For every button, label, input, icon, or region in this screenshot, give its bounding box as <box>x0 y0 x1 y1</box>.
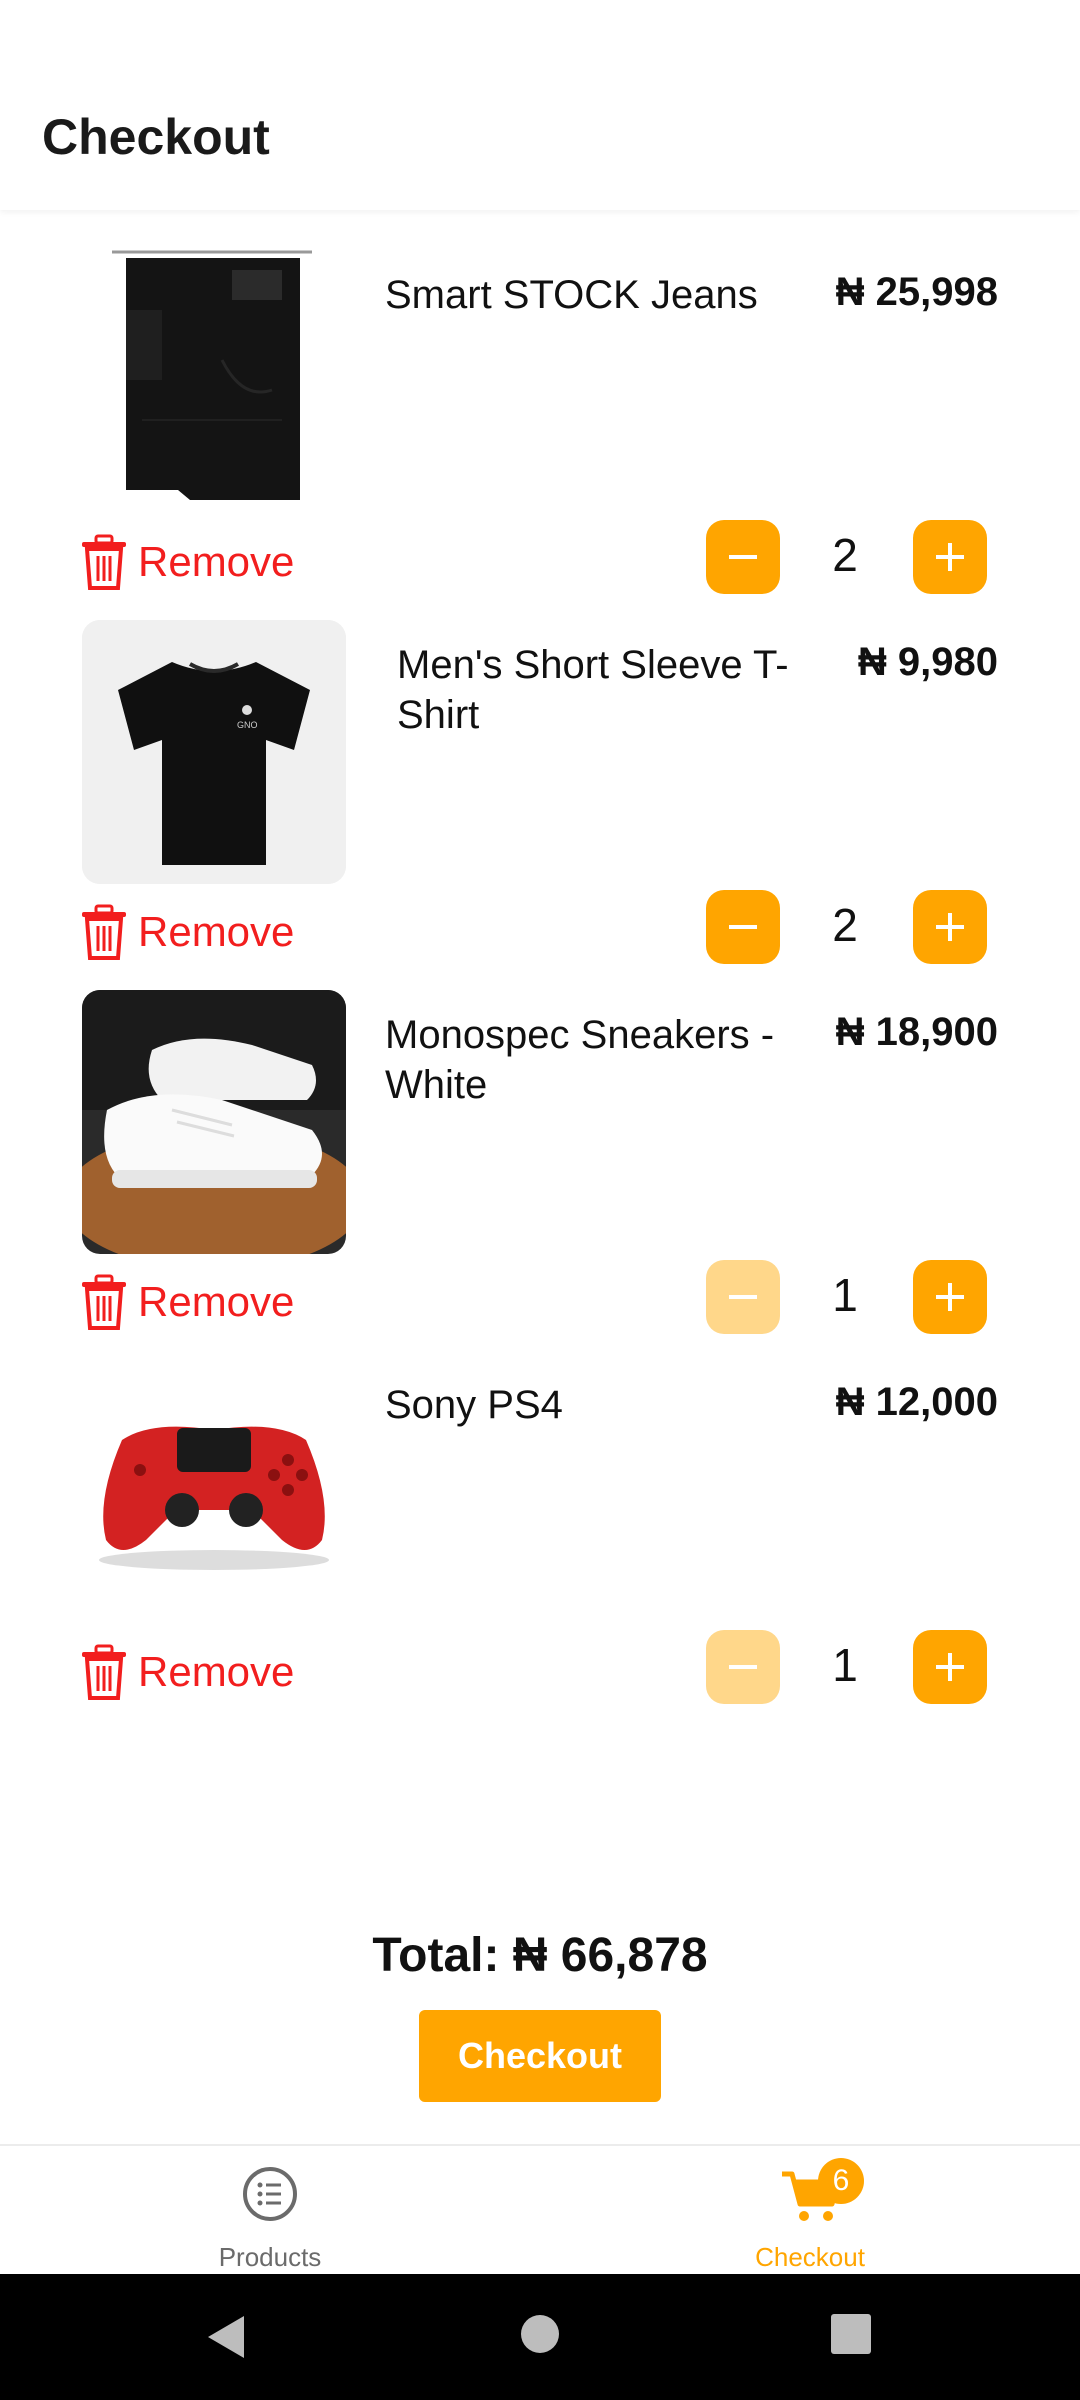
tab-products[interactable]: Products <box>0 2146 540 2276</box>
quantity-value: 1 <box>832 1269 858 1321</box>
plus-icon <box>936 1653 964 1681</box>
list-icon <box>243 2167 297 2221</box>
remove-label: Remove <box>138 1648 295 1695</box>
back-icon[interactable] <box>204 2314 248 2360</box>
plus-icon <box>936 913 964 941</box>
increase-quantity-button[interactable] <box>913 520 987 594</box>
cart-item: Smart STOCK Jeans ₦ 25,998 Remove 2 <box>0 250 1080 620</box>
product-image-jeans[interactable] <box>82 250 346 514</box>
home-icon[interactable] <box>520 2314 560 2354</box>
remove-button[interactable]: Remove <box>80 902 294 962</box>
trash-icon <box>82 1644 126 1700</box>
bottom-navigation: Products 6 Checkout <box>0 2144 1080 2276</box>
minus-icon <box>729 1665 757 1669</box>
decrease-quantity-button[interactable] <box>706 520 780 594</box>
product-name: Sony PS4 <box>385 1383 563 1427</box>
minus-icon <box>729 925 757 929</box>
tab-label: Products <box>218 2242 322 2272</box>
system-navigation-bar <box>0 2274 1080 2400</box>
cart-item: Sony PS4 ₦ 12,000 Remove 1 <box>0 1360 1080 1730</box>
svg-text:GNO: GNO <box>237 720 258 730</box>
decrease-quantity-button[interactable] <box>706 1630 780 1704</box>
checkout-button[interactable]: Checkout <box>419 2010 661 2102</box>
product-image-tshirt[interactable]: GNO <box>82 620 346 884</box>
remove-label: Remove <box>138 908 295 955</box>
order-total: Total: ₦ 66,878 <box>372 1929 708 1982</box>
product-name: Smart STOCK Jeans <box>385 273 758 317</box>
quantity-value: 2 <box>832 529 858 581</box>
product-price: ₦ 9,980 <box>857 640 998 684</box>
product-price: ₦ 18,900 <box>835 1010 998 1054</box>
decrease-quantity-button[interactable] <box>706 890 780 964</box>
product-price: ₦ 25,998 <box>835 270 998 314</box>
cart-item: GNO Men's Short Sleeve T-Shirt ₦ 9,980 R… <box>0 620 1080 990</box>
recents-icon[interactable] <box>831 2314 871 2354</box>
product-image-controller[interactable] <box>82 1360 346 1624</box>
product-price: ₦ 12,000 <box>835 1380 998 1424</box>
minus-icon <box>729 555 757 559</box>
remove-button[interactable]: Remove <box>80 1272 294 1332</box>
quantity-value: 2 <box>832 899 858 951</box>
trash-icon <box>82 534 126 590</box>
increase-quantity-button[interactable] <box>913 1630 987 1704</box>
quantity-value: 1 <box>832 1639 858 1691</box>
decrease-quantity-button[interactable] <box>706 1260 780 1334</box>
cart-item: Monospec Sneakers - White ₦ 18,900 Remov… <box>0 990 1080 1360</box>
trash-icon <box>82 1274 126 1330</box>
app-header: Checkout <box>0 0 1080 210</box>
product-name: Monospec Sneakers - White <box>385 1013 775 1107</box>
remove-button[interactable]: Remove <box>80 1642 294 1702</box>
increase-quantity-button[interactable] <box>913 1260 987 1334</box>
plus-icon <box>936 1283 964 1311</box>
tab-label: Checkout <box>755 2242 865 2272</box>
minus-icon <box>729 1295 757 1299</box>
trash-icon <box>82 904 126 960</box>
remove-button[interactable]: Remove <box>80 532 294 592</box>
remove-label: Remove <box>138 538 295 585</box>
increase-quantity-button[interactable] <box>913 890 987 964</box>
page-title: Checkout <box>42 109 270 165</box>
plus-icon <box>936 543 964 571</box>
cart-count-badge: 6 <box>818 2158 864 2204</box>
remove-label: Remove <box>138 1278 295 1325</box>
product-image-sneakers[interactable] <box>82 990 346 1254</box>
product-name: Men's Short Sleeve T-Shirt <box>397 643 789 737</box>
tab-checkout[interactable]: 6 Checkout <box>540 2146 1080 2276</box>
